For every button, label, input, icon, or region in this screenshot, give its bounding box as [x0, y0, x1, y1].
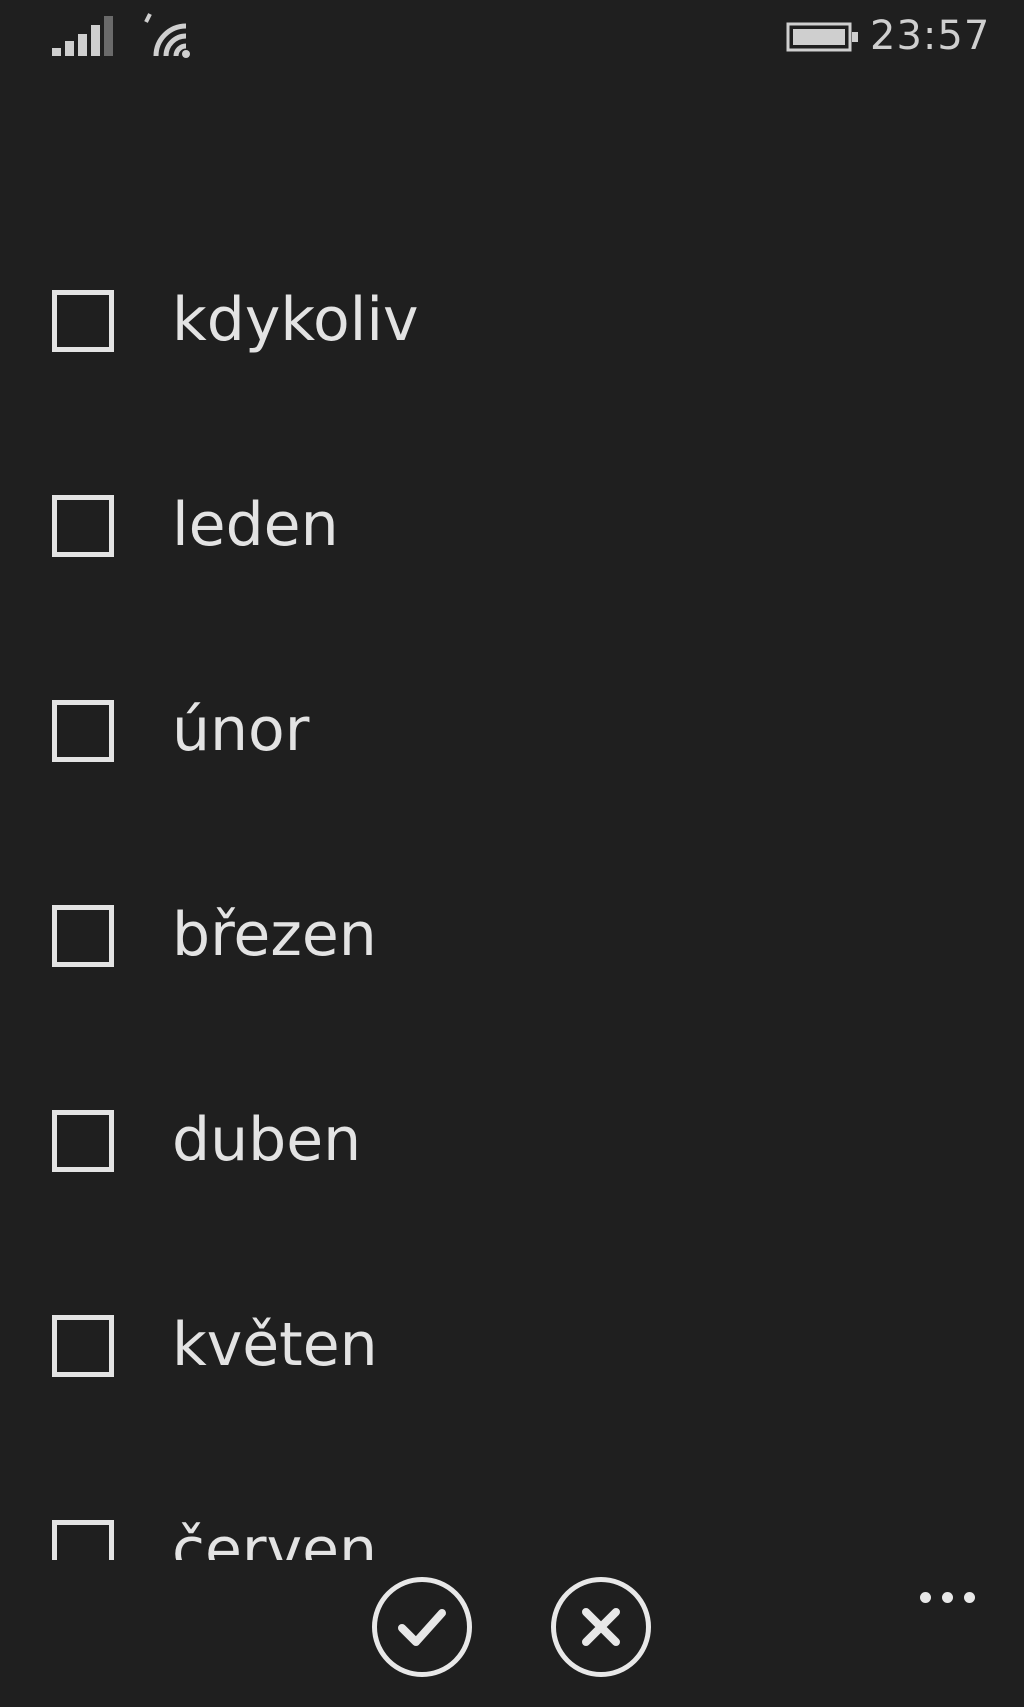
checkbox[interactable] [52, 1110, 114, 1172]
list-item[interactable]: červen [0, 1500, 1024, 1560]
close-icon [582, 1608, 620, 1646]
list-item-label: květen [172, 1310, 378, 1380]
list-item[interactable]: duben [0, 1090, 1024, 1210]
list-item[interactable]: květen [0, 1295, 1024, 1415]
list-item[interactable]: únor [0, 680, 1024, 800]
more-icon [920, 1592, 931, 1603]
list-item-label: duben [172, 1105, 362, 1175]
list-item-label: únor [172, 695, 310, 765]
checkbox[interactable] [52, 905, 114, 967]
list-item-label: leden [172, 490, 339, 560]
checkbox[interactable] [52, 1315, 114, 1377]
app-bar [0, 1560, 1024, 1707]
check-icon [398, 1609, 446, 1646]
list-item-label: červen [172, 1515, 378, 1560]
checkbox[interactable] [52, 495, 114, 557]
list-item[interactable]: leden [0, 475, 1024, 595]
month-picker-list[interactable]: kdykoliv leden únor březen duben květen … [0, 0, 1024, 1560]
checkbox[interactable] [52, 290, 114, 352]
cancel-button[interactable] [551, 1577, 651, 1677]
more-icon [964, 1592, 975, 1603]
list-item-label: kdykoliv [172, 285, 419, 355]
list-item[interactable]: březen [0, 885, 1024, 1005]
accept-button[interactable] [372, 1577, 472, 1677]
list-item-label: březen [172, 900, 377, 970]
checkbox[interactable] [52, 1520, 114, 1560]
more-button[interactable] [916, 1582, 980, 1612]
checkbox[interactable] [52, 700, 114, 762]
more-icon [942, 1592, 953, 1603]
list-item[interactable]: kdykoliv [0, 270, 1024, 390]
